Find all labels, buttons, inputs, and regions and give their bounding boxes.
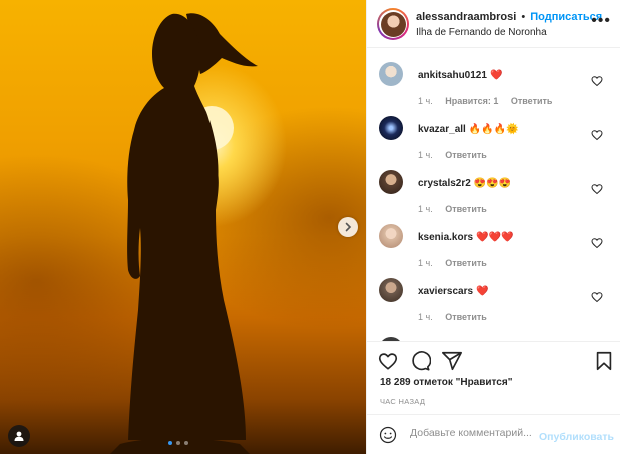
- comment-item: crystals2r2 😍😍😍 1 ч. Ответить: [367, 162, 620, 216]
- tagged-users-button[interactable]: [8, 425, 30, 447]
- comment-like-heart-icon[interactable]: [591, 237, 603, 249]
- reply-button[interactable]: Ответить: [445, 312, 487, 322]
- next-photo-button[interactable]: [338, 217, 358, 237]
- comment-text: ❤️: [476, 286, 489, 297]
- separator: •: [521, 11, 526, 23]
- comment-item: ksenia.kors ❤️❤️❤️ 1 ч. Ответить: [367, 216, 620, 270]
- comment-username[interactable]: crystals2r2: [418, 178, 471, 189]
- comment-time: 1 ч.: [418, 96, 433, 106]
- comment-icon[interactable]: [409, 350, 431, 372]
- comment-like-heart-icon[interactable]: [591, 291, 603, 303]
- owner-avatar[interactable]: [377, 8, 409, 40]
- reply-button[interactable]: Ответить: [445, 204, 487, 214]
- carousel-indicator: [168, 441, 188, 445]
- smile-icon[interactable]: [379, 426, 397, 444]
- comment-header: kvazar_all 🔥🔥🔥🌞: [418, 124, 519, 135]
- comment-meta: 1 ч. Ответить: [418, 258, 497, 268]
- comment-item: ankitsahu0121 ❤️ 1 ч. Нравится: 1 Ответит…: [367, 54, 620, 108]
- comment-username[interactable]: xavierscars: [418, 286, 473, 297]
- comment-item-partial: [367, 329, 620, 341]
- comment-time: 1 ч.: [418, 204, 433, 214]
- comment-meta: 1 ч. Ответить: [418, 150, 497, 160]
- comment-username[interactable]: ankitsahu0121: [418, 70, 487, 81]
- post-comment-button[interactable]: Опубликовать: [539, 431, 614, 443]
- comment-meta: 1 ч. Ответить: [418, 204, 497, 214]
- carousel-dot: [184, 441, 188, 445]
- location-link[interactable]: Ilha de Fernando de Noronha: [416, 27, 547, 38]
- comment-like-heart-icon[interactable]: [591, 75, 603, 87]
- comment-like-heart-icon[interactable]: [591, 183, 603, 195]
- reply-button[interactable]: Ответить: [445, 150, 487, 160]
- owner-username[interactable]: alessandraambrosi: [416, 11, 516, 23]
- comment-time: 1 ч.: [418, 258, 433, 268]
- comment-text: 😍😍😍: [473, 178, 512, 189]
- avatar-photo: [380, 11, 406, 37]
- more-options-button[interactable]: •••: [591, 13, 611, 29]
- avatar-inner: [379, 10, 407, 38]
- reply-button[interactable]: Ответить: [511, 96, 553, 106]
- comment-text: ❤️: [489, 70, 503, 81]
- add-comment-bar: Опубликовать: [367, 414, 620, 454]
- comment-avatar[interactable]: [379, 170, 403, 194]
- comment-item: xavierscars ❤️ 1 ч. Ответить: [367, 270, 620, 324]
- comment-like-heart-icon[interactable]: [591, 129, 603, 141]
- post-timestamp[interactable]: ЧАС НАЗАД: [380, 397, 425, 406]
- share-icon[interactable]: [441, 350, 463, 372]
- comment-item: kvazar_all 🔥🔥🔥🌞 1 ч. Ответить: [367, 108, 620, 162]
- comment-header: xavierscars ❤️: [418, 286, 489, 297]
- comment-input[interactable]: [410, 427, 540, 439]
- user-tag-icon: [14, 431, 24, 441]
- comment-avatar[interactable]: [379, 116, 403, 140]
- comment-time: 1 ч.: [418, 150, 433, 160]
- owner-line: alessandraambrosi • Подписаться: [416, 11, 602, 23]
- comment-avatar[interactable]: [379, 278, 403, 302]
- comments-list[interactable]: ankitsahu0121 ❤️ 1 ч. Нравится: 1 Ответит…: [367, 49, 620, 341]
- carousel-dot-active: [168, 441, 172, 445]
- comment-meta: 1 ч. Нравится: 1 Ответить: [418, 96, 562, 106]
- comment-text: ❤️❤️❤️: [476, 232, 514, 243]
- comment-header: ankitsahu0121 ❤️: [418, 70, 502, 81]
- carousel-dot: [176, 441, 180, 445]
- likes-count[interactable]: 18 289 отметок "Нравится": [380, 377, 512, 388]
- comment-text: 🔥🔥🔥🌞: [468, 124, 519, 135]
- comment-header: crystals2r2 😍😍😍: [418, 178, 511, 189]
- comment-header: ksenia.kors ❤️❤️❤️: [418, 232, 513, 243]
- comment-avatar[interactable]: [379, 62, 403, 86]
- reply-button[interactable]: Ответить: [445, 258, 487, 268]
- comment-username[interactable]: kvazar_all: [418, 124, 466, 135]
- post-actions-bar: [367, 341, 620, 375]
- post-photo[interactable]: [0, 0, 366, 454]
- post-side-panel: alessandraambrosi • Подписаться Ilha de …: [366, 0, 620, 454]
- bookmark-icon[interactable]: [593, 350, 615, 372]
- comment-avatar[interactable]: [379, 224, 403, 248]
- comment-meta: 1 ч. Ответить: [418, 312, 497, 322]
- heart-icon[interactable]: [377, 350, 399, 372]
- post-header: alessandraambrosi • Подписаться Ilha de …: [367, 0, 620, 48]
- comment-likes-count[interactable]: Нравится: 1: [445, 96, 498, 106]
- chevron-right-icon: [345, 222, 352, 232]
- comment-username[interactable]: ksenia.kors: [418, 232, 473, 243]
- comment-time: 1 ч.: [418, 312, 433, 322]
- woman-silhouette: [110, 13, 258, 454]
